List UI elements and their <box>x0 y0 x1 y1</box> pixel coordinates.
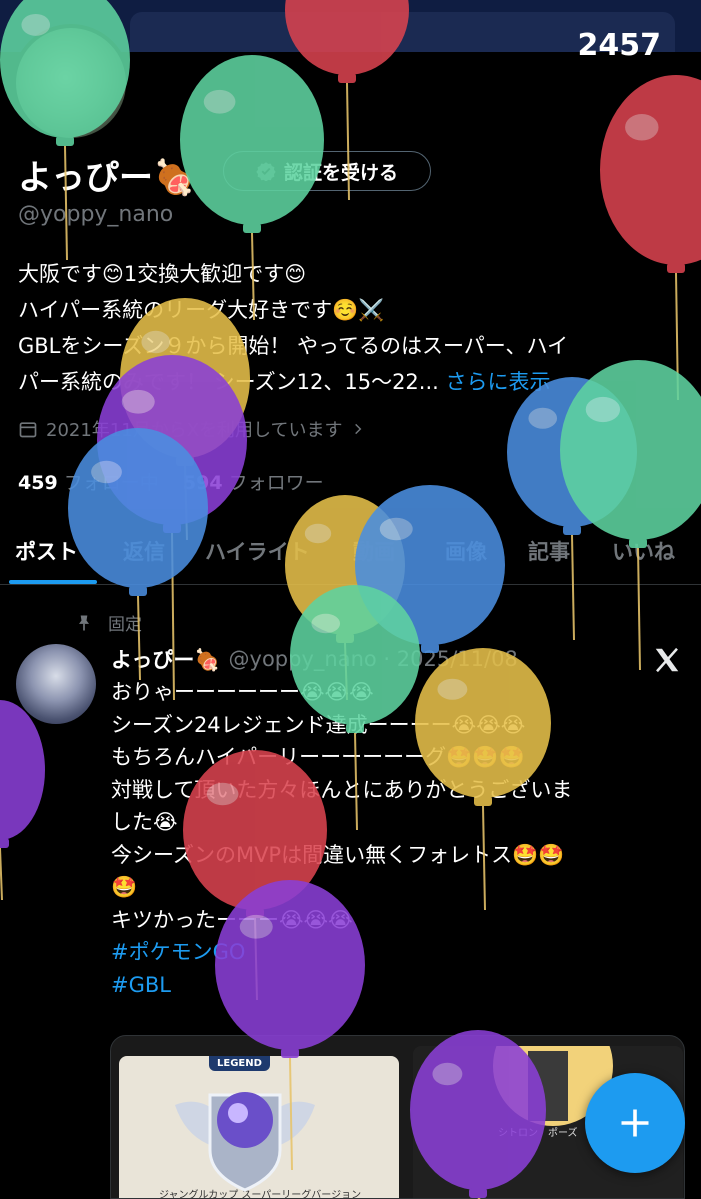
active-tab-indicator <box>9 580 97 584</box>
post-line: 今シーズンのMVPは間違い無くフォレトス🤩🤩 <box>111 842 565 867</box>
following-link[interactable]: 459 フォロー中 <box>18 472 159 494</box>
joined-date[interactable]: 2021年11月からXを利用しています <box>18 416 365 442</box>
tab-articles[interactable]: 記事 <box>528 536 570 566</box>
pinned-label: 固定 <box>74 610 142 635</box>
tab-videos[interactable]: 動画 <box>353 536 395 566</box>
bio-line: 大阪です😊1交換大歓迎です😊 <box>18 262 307 286</box>
profile-tabs: ポスト 返信 ハイライト 動画 画像 記事 いいね <box>0 520 701 585</box>
post-line: もちろんハイパーリーーーーーーグ🤩🤩🤩 <box>111 745 525 769</box>
post-body[interactable]: おりゃーーーーーー😭😭😭 シーズン24レジェンド達成ーーーー😭😭😭 もちろんハイ… <box>111 676 686 1001</box>
hashtag-link[interactable]: #GBL <box>111 969 686 1002</box>
media-right-text: シトロン ポーズ <box>498 1128 578 1139</box>
post-avatar[interactable] <box>16 644 96 724</box>
tab-photos[interactable]: 画像 <box>445 536 487 566</box>
show-more-link[interactable]: さらに表示 <box>446 370 551 394</box>
post-line: おりゃーーーーーー😭😭😭 <box>111 680 374 704</box>
profile-name: よっぴー🍖 <box>18 158 196 198</box>
plus-icon <box>621 1109 649 1137</box>
post-author[interactable]: よっぴー🍖 <box>111 644 221 674</box>
bio-line: ハイパー系統のリーグ大好きです☺️⚔️ <box>18 298 385 322</box>
joined-text: 2021年11月からXを利用しています <box>46 420 343 441</box>
followers-link[interactable]: 594 フォロワー <box>183 472 324 494</box>
x-logo-icon <box>655 647 679 673</box>
pinned-text: 固定 <box>108 615 142 635</box>
legend-medal-icon <box>175 1092 315 1192</box>
tab-replies[interactable]: 返信 <box>123 536 165 566</box>
post-line: シーズン24レジェンド達成ーーーー😭😭😭 <box>111 712 526 737</box>
bio-line: GBLをシーズン９から開始！ やってるのはスーパー、ハイ <box>18 334 569 358</box>
tab-likes[interactable]: いいね <box>612 536 675 566</box>
compose-post-button[interactable] <box>585 1073 685 1173</box>
post-line: 対戦して頂いた方々ほんとにありがとうございま <box>111 777 573 802</box>
bio-line-text: パー系統のみです！ シーズン12、15～22... <box>18 370 439 394</box>
get-verified-label: 認証を受ける <box>283 161 398 184</box>
balloon <box>507 377 637 641</box>
post-header: よっぴー🍖 @yoppy_nano · 2025/11/08 <box>111 644 518 674</box>
post-line: した😭 <box>111 810 178 834</box>
banner-score: 2457 <box>577 28 662 63</box>
post-line: 🤩 <box>111 875 138 899</box>
verified-badge-icon <box>256 162 276 181</box>
tab-posts[interactable]: ポスト <box>15 536 78 566</box>
balloon <box>560 360 701 671</box>
post-meta: @yoppy_nano · 2025/11/08 <box>228 647 518 671</box>
profile-avatar[interactable] <box>12 24 130 142</box>
post-line: キツかったーーー😭😭😭 <box>111 907 353 932</box>
calendar-icon <box>19 422 37 438</box>
get-verified-button[interactable]: 認証を受ける <box>223 151 431 191</box>
hashtag-link[interactable]: #ポケモンGO <box>111 936 686 969</box>
tab-highlights[interactable]: ハイライト <box>205 536 310 566</box>
profile-handle: @yoppy_nano <box>18 202 174 227</box>
chevron-right-icon <box>354 423 361 435</box>
balloon <box>0 700 45 901</box>
pin-icon <box>79 615 89 630</box>
follow-stats: 459 フォロー中 594 フォロワー <box>18 468 324 495</box>
bio-line: パー系統のみです！ シーズン12、15～22... さらに表示 <box>18 364 688 400</box>
profile-bio: 大阪です😊1交換大歓迎です😊 ハイパー系統のリーグ大好きです☺️⚔️ GBLをシ… <box>18 256 688 400</box>
